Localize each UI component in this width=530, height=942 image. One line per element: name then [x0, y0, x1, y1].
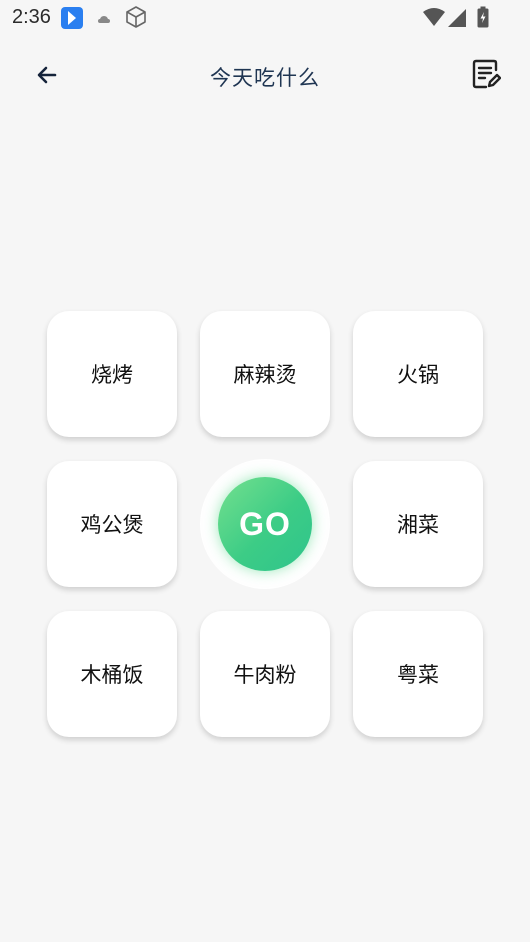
food-label: 火锅 — [397, 363, 439, 387]
food-label: 木桶饭 — [80, 663, 144, 687]
food-label: 鸡公煲 — [80, 513, 144, 537]
status-time: 2:36 — [12, 6, 51, 28]
wifi-icon — [422, 7, 446, 31]
edit-button[interactable] — [468, 58, 504, 94]
food-card[interactable]: 湘菜 — [353, 461, 483, 587]
food-card[interactable]: 粤菜 — [353, 611, 483, 737]
food-label: 烧烤 — [91, 363, 133, 387]
food-card[interactable]: 麻辣烫 — [200, 311, 330, 437]
edit-note-icon — [471, 58, 502, 94]
cube-icon — [124, 5, 148, 33]
page-title: 今天吃什么 — [210, 66, 320, 90]
cloud-icon — [97, 11, 111, 30]
app-badge-icon — [60, 6, 84, 34]
food-label: 麻辣烫 — [233, 363, 297, 387]
go-button[interactable]: GO — [218, 477, 312, 571]
battery-icon — [477, 6, 489, 32]
food-card[interactable]: 牛肉粉 — [200, 611, 330, 737]
go-cell: GO — [200, 459, 330, 589]
food-label: 湘菜 — [397, 513, 439, 537]
status-bar: 2:36 — [0, 0, 530, 36]
food-label: 粤菜 — [397, 663, 439, 687]
app-screen: 2:36 今天吃什么 烧烤 麻辣烫 火锅 鸡公煲 GO 湘菜 木桶饭 牛肉粉 粤… — [0, 0, 530, 942]
food-card[interactable]: 木桶饭 — [47, 611, 177, 737]
app-header: 今天吃什么 — [0, 48, 530, 106]
food-card[interactable]: 鸡公煲 — [47, 461, 177, 587]
food-label: 牛肉粉 — [233, 663, 297, 687]
signal-icon — [447, 8, 467, 32]
food-grid: 烧烤 麻辣烫 火锅 鸡公煲 GO 湘菜 木桶饭 牛肉粉 粤菜 — [47, 311, 483, 737]
food-card[interactable]: 烧烤 — [47, 311, 177, 437]
go-ring: GO — [200, 459, 330, 589]
food-card[interactable]: 火锅 — [353, 311, 483, 437]
